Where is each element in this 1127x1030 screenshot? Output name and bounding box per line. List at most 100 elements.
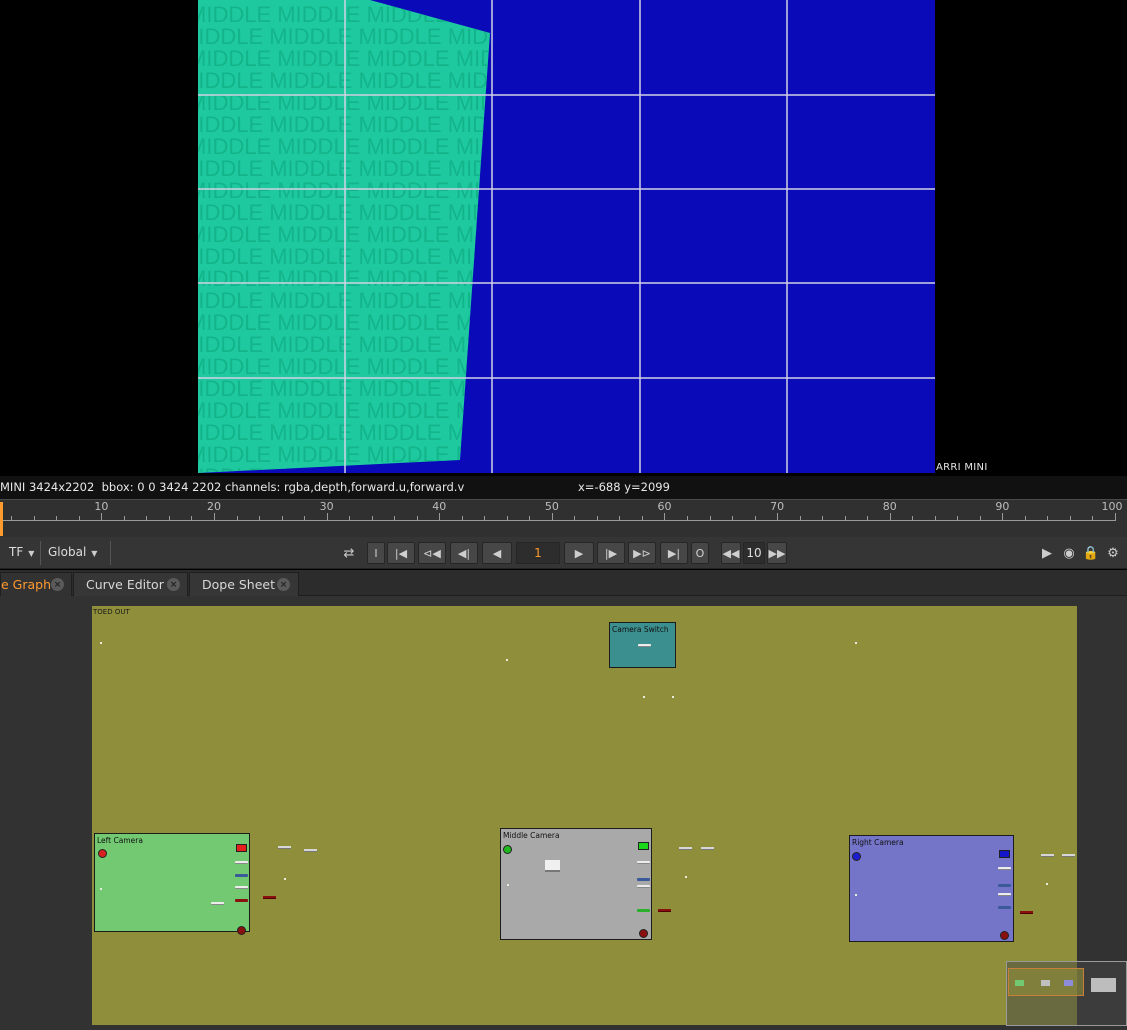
settings-icon[interactable]: ⚙ — [1105, 545, 1121, 561]
timeline-tick-label: 80 — [882, 500, 897, 513]
timeline-tick — [213, 513, 215, 521]
timeline-tick — [912, 516, 914, 520]
dot-node[interactable] — [278, 846, 291, 849]
dot-node[interactable] — [701, 847, 714, 850]
tab-dope-sheet[interactable]: Dope Sheet × — [189, 572, 299, 596]
flipbook-icon[interactable]: ▶ — [1039, 545, 1055, 561]
close-icon[interactable]: × — [277, 578, 290, 591]
dot — [1046, 883, 1048, 885]
record-icon[interactable]: ◉ — [1061, 545, 1077, 561]
dot — [284, 878, 286, 880]
timeline[interactable]: 10 20 30 40 50 60 70 80 90 100 — [0, 499, 1127, 537]
timeline-tick-label: 90 — [995, 500, 1010, 513]
viewer-info-bar: MINI 3424x2202 bbox: 0 0 3424 2202 chann… — [0, 476, 1127, 499]
timeline-tick — [822, 516, 824, 520]
node-title: Left Camera — [97, 836, 143, 845]
timeline-tick — [529, 516, 531, 520]
go-to-end-icon[interactable]: ▶| — [660, 542, 688, 564]
go-to-start-icon[interactable]: |◀ — [387, 542, 415, 564]
prev-keyframe-icon[interactable]: ⊲◀ — [418, 542, 446, 564]
left-camera-node[interactable]: Left Camera — [94, 833, 250, 935]
pipe-bar — [637, 909, 650, 912]
tab-curve-editor[interactable]: Curve Editor × — [73, 572, 188, 596]
viewer[interactable]: MIDDLE MIDDLE MIDDLE MIDDLE MIDDLE MIDDL… — [0, 0, 1127, 476]
timeline-tick — [664, 513, 666, 521]
play-forward-icon[interactable]: ▶ — [564, 542, 594, 564]
dot — [100, 642, 102, 644]
timeline-tick — [394, 516, 396, 520]
timeline-tick — [732, 516, 734, 520]
loop-icon[interactable]: ⇄ — [338, 545, 360, 561]
minimap-node — [1091, 978, 1116, 992]
grid-line — [786, 0, 788, 473]
camera-pip — [98, 849, 107, 858]
next-keyframe-icon[interactable]: ▶⊳ — [628, 542, 656, 564]
output-pip — [1000, 931, 1009, 940]
middle-camera-card: MIDDLE MIDDLE MIDDLE MIDDLE MIDDLE MIDDL… — [198, 0, 531, 473]
tab-node-graph[interactable]: e Graph × — [0, 572, 72, 596]
node-graph-minimap[interactable] — [1006, 961, 1127, 1026]
timeline-tick — [844, 516, 846, 520]
middle-camera-node[interactable]: Middle Camera — [500, 828, 652, 940]
dot — [855, 642, 857, 644]
set-out-point-button[interactable]: O — [691, 542, 709, 564]
format-label: ARRI MINI — [936, 462, 988, 473]
rewind-step-icon[interactable]: ◀◀ — [721, 542, 741, 564]
timeline-tick — [123, 516, 125, 520]
scope-dropdown[interactable]: Global ▼ — [48, 545, 97, 559]
play-backward-icon[interactable]: ◀ — [482, 542, 512, 564]
node-graph[interactable]: TOED OUT Camera Switch Left Camera Middl… — [0, 596, 1127, 1030]
separator — [110, 541, 111, 565]
grid-line — [198, 377, 935, 379]
timeline-tick — [326, 513, 328, 521]
timeline-tick — [78, 516, 80, 520]
dot — [507, 884, 509, 886]
timeline-tick — [889, 513, 891, 521]
node-title: Right Camera — [852, 838, 904, 847]
timeline-tick — [596, 516, 598, 520]
prev-frame-icon[interactable]: ◀| — [450, 542, 478, 564]
timeline-tick — [11, 516, 13, 520]
next-frame-icon[interactable]: |▶ — [597, 542, 625, 564]
camera-pip — [503, 845, 512, 854]
dot-node[interactable] — [263, 896, 276, 899]
timeline-tick — [56, 516, 58, 520]
timeline-tick — [687, 516, 689, 520]
set-in-point-button[interactable]: I — [367, 542, 385, 564]
dot-node[interactable] — [658, 909, 671, 912]
playhead[interactable] — [0, 502, 3, 536]
current-frame-input[interactable]: 1 — [516, 542, 560, 564]
timeline-tick — [979, 516, 981, 520]
timeline-tick-label: 40 — [432, 500, 447, 513]
pipe-bar — [998, 867, 1011, 870]
dot-node[interactable] — [1020, 911, 1033, 914]
timeline-tick — [551, 513, 553, 521]
grid-line — [639, 0, 641, 473]
time-format-label: TF — [9, 545, 24, 559]
right-camera-node[interactable]: Right Camera — [849, 835, 1014, 942]
dot-node[interactable] — [304, 849, 317, 852]
separator — [40, 541, 41, 565]
close-icon[interactable]: × — [51, 578, 64, 591]
card-text-row: MIDDLE MIDDLE MIDDLE MIDDLE — [198, 464, 531, 473]
timeline-tick — [484, 516, 486, 520]
forward-step-icon[interactable]: ▶▶ — [767, 542, 787, 564]
close-icon[interactable]: × — [167, 578, 180, 591]
grid-line — [198, 94, 935, 96]
frame-increment-input[interactable]: 10 — [743, 542, 765, 564]
dot-node[interactable] — [1062, 854, 1075, 857]
dot-node[interactable] — [1041, 854, 1054, 857]
viewer-image[interactable]: MIDDLE MIDDLE MIDDLE MIDDLE MIDDLE MIDDL… — [198, 0, 935, 473]
node-title: Middle Camera — [503, 831, 560, 840]
dot-node[interactable] — [679, 847, 692, 850]
backdrop-node[interactable]: TOED OUT — [92, 606, 1077, 1025]
timeline-tick — [146, 516, 148, 520]
transport-bar: TF ▼ Global ▼ ⇄ I |◀ ⊲◀ ◀| ◀ 1 ▶ |▶ ▶⊳ ▶| … — [0, 537, 1127, 569]
pipe-bar — [235, 874, 248, 877]
lock-icon[interactable]: 🔒 — [1083, 545, 1099, 561]
timeline-tick — [574, 516, 576, 520]
tab-label: Curve Editor — [86, 577, 164, 592]
pipe-bar — [235, 899, 248, 902]
time-format-dropdown[interactable]: TF ▼ — [9, 545, 34, 559]
camera-switch-node[interactable]: Camera Switch — [609, 622, 676, 668]
